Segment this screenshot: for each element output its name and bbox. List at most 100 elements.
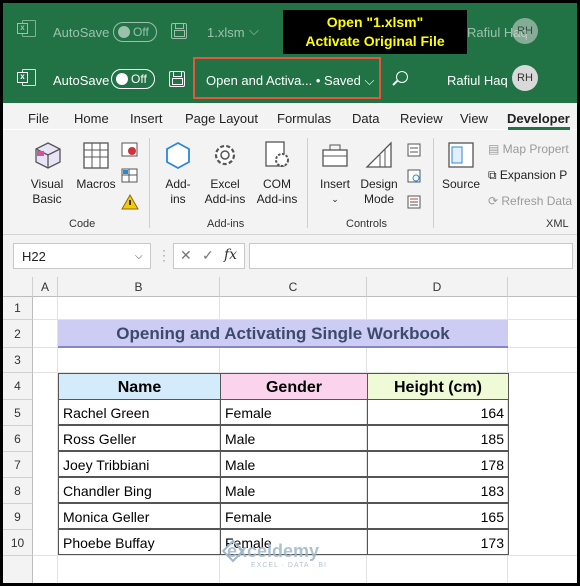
autosave-toggle[interactable]: Off [113,22,157,42]
record-macro-icon[interactable] [121,142,139,158]
row-header-10[interactable]: 10 [3,530,33,556]
column-header-a[interactable]: A [33,277,58,297]
callout-line-1: Open "1.xlsm" [326,14,424,30]
cell-height[interactable]: 164 [367,399,509,425]
map-properties-button[interactable]: ▤ Map Propert [488,142,569,156]
cell-gender[interactable]: Male [220,451,368,477]
group-separator [149,138,150,228]
watermark-brand: exceldemy [227,541,320,561]
document-title-button[interactable]: Open and Activa... • Saved ⌵ [206,73,374,89]
column-header-d[interactable]: D [367,277,508,297]
tab-developer[interactable]: Developer [507,111,570,126]
row-header-3[interactable]: 3 [3,348,33,373]
excel-logo-icon: x [17,68,37,88]
avatar[interactable]: RH [512,65,538,91]
row-header-8[interactable]: 8 [3,478,33,504]
row-header-6[interactable]: 6 [3,426,33,452]
addins-icon [166,141,190,170]
name-box[interactable]: H22 [13,243,151,269]
save-icon[interactable] [171,23,187,39]
avatar[interactable]: RH [512,18,538,44]
cell-height[interactable]: 183 [367,477,509,503]
cell-height[interactable]: 178 [367,451,509,477]
cancel-icon[interactable]: ✕ [180,248,192,264]
tab-view[interactable]: View [460,111,488,126]
refresh-icon: ⟳ [488,194,502,208]
expansion-packs-icon: ⧉ [488,168,500,182]
save-status: Saved [324,73,361,88]
sheet-title[interactable]: Opening and Activating Single Workbook [58,320,508,348]
cell-gender[interactable]: Male [220,477,368,503]
insert-function-icon[interactable]: fx [224,247,237,263]
column-header-b[interactable]: B [58,277,220,297]
row-header-7[interactable]: 7 [3,452,33,478]
row-header-9[interactable]: 9 [3,504,33,530]
column-header-blank[interactable] [508,277,577,297]
macro-security-icon[interactable] [121,194,139,210]
select-all-corner[interactable] [3,277,33,297]
cell-name[interactable]: Monica Geller [58,503,221,529]
chevron-down-icon[interactable]: ⌵ [135,251,143,262]
ribbon-tabs: File Home Insert Page Layout Formulas Da… [3,103,577,129]
visual-basic-icon [35,142,61,169]
cell-name[interactable]: Rachel Green [58,399,221,425]
cell-gender[interactable]: Male [220,425,368,451]
view-code-icon[interactable] [406,168,422,184]
row-header-5[interactable]: 5 [3,400,33,426]
cell-gender[interactable]: Female [220,503,368,529]
chevron-down-icon: ⌵ [364,73,375,88]
cell-height[interactable]: 173 [367,529,509,555]
document-title: Open and Activa... [206,73,313,88]
watermark-tagline: EXCEL · DATA · BI [251,562,327,569]
cell-name[interactable]: Chandler Bing [58,477,221,503]
tab-formulas[interactable]: Formulas [277,111,331,126]
relative-references-icon[interactable] [121,168,139,184]
insert-control-label: Insert [319,177,350,191]
table-header-height[interactable]: Height (cm) [367,373,509,400]
tab-insert[interactable]: Insert [130,111,163,126]
tab-review[interactable]: Review [400,111,443,126]
ribbon: Visual Basic Macros Code Add-ins Excel A… [3,130,577,235]
excel-window: x AutoSave Off 1.xlsm ⌵ Rafiul Haq RH Op… [3,3,577,583]
autosave-toggle[interactable]: Off [111,69,155,89]
row-header-4[interactable]: 4 [3,373,33,400]
cell-height[interactable]: 165 [367,503,509,529]
cell-name[interactable]: Joey Tribbiani [58,451,221,477]
design-mode-icon [365,141,392,168]
enter-icon[interactable]: ✓ [202,248,214,264]
cell-name[interactable]: Ross Geller [58,425,221,451]
xml-source-label: Source [441,177,481,191]
map-properties-icon: ▤ [488,142,503,156]
excel-logo-icon: x [17,19,37,39]
expansion-packs-button[interactable]: ⧉ Expansion P [488,168,567,183]
design-mode-label: Design Mode [360,177,398,206]
filename[interactable]: 1.xlsm [207,25,245,40]
save-icon[interactable] [169,71,185,87]
xml-group-label: XML [546,218,569,230]
row-header-2[interactable]: 2 [3,320,33,348]
column-header-c[interactable]: C [220,277,367,297]
group-separator [307,138,308,228]
cell-height[interactable]: 185 [367,425,509,451]
gear-icon [214,144,236,166]
run-dialog-icon[interactable] [406,194,422,210]
formula-input[interactable] [249,243,573,269]
table-header-name[interactable]: Name [58,373,221,400]
macros-label: Macros [76,177,116,191]
refresh-data-button[interactable]: ⟳ Refresh Data [488,194,572,208]
tab-file[interactable]: File [28,111,49,126]
row-header-1[interactable]: 1 [3,297,33,320]
cell-gender[interactable]: Female [220,399,368,425]
tab-home[interactable]: Home [74,111,109,126]
tab-data[interactable]: Data [352,111,379,126]
table-header-gender[interactable]: Gender [220,373,368,400]
cell-name[interactable]: Phoebe Buffay [58,529,221,555]
more-options-icon: ⋮ [157,248,171,264]
visual-basic-label: Visual Basic [30,177,64,206]
search-icon[interactable] [396,71,408,83]
tab-page-layout[interactable]: Page Layout [185,111,258,126]
properties-icon[interactable] [406,142,422,158]
toggle-knob [116,73,128,85]
com-addins-label: COM Add-ins [256,177,298,206]
chevron-down-icon[interactable]: ⌵ [249,23,259,39]
